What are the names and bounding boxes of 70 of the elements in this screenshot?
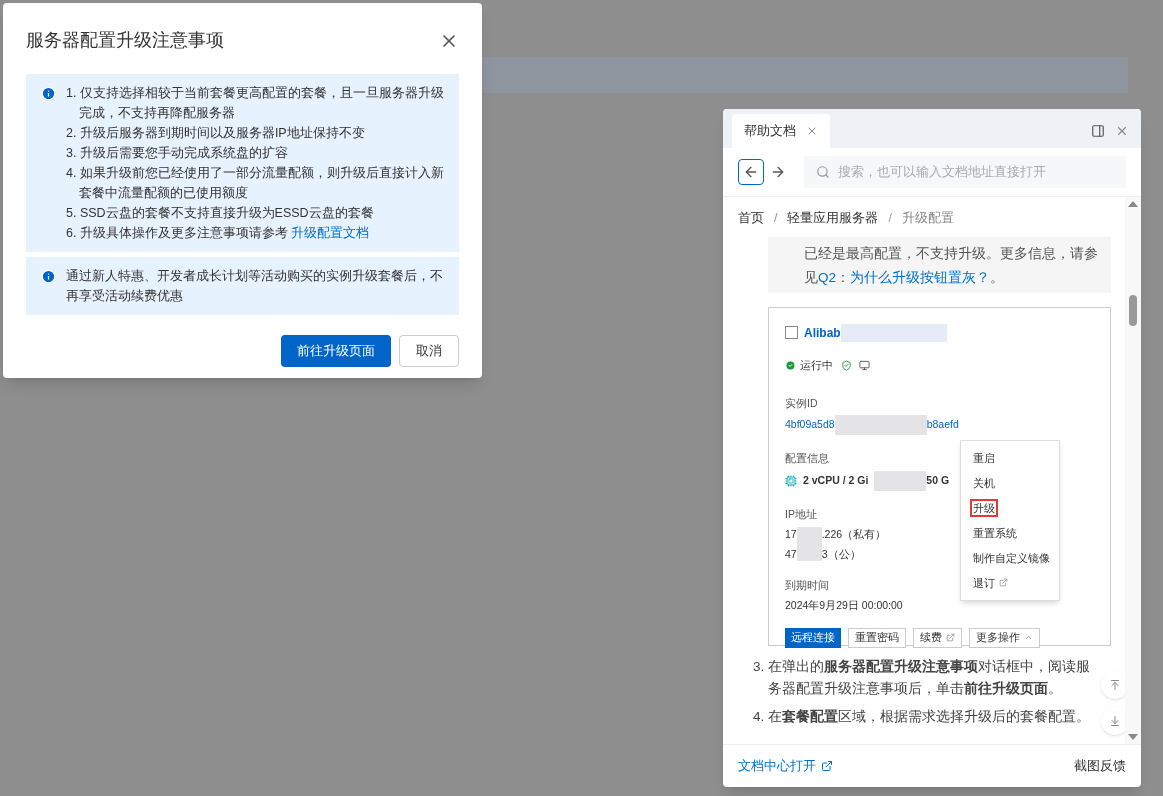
- spec-text: 2 vCPU / 2 Gi: [803, 473, 869, 489]
- monitor-icon: [859, 360, 870, 372]
- scroll-up-icon[interactable]: [1128, 201, 1138, 207]
- console-button[interactable]: 重置密码: [848, 627, 906, 648]
- step-text: 在套餐配置区域，根据需求选择升级后的套餐配置。: [768, 707, 1091, 726]
- notice-text: 2. 升级后服务器到期时间以及服务器IP地址保持不变: [66, 125, 366, 142]
- ip-text: 17: [785, 526, 797, 542]
- field-label: 到期时间: [785, 578, 829, 594]
- status-text: 运行中: [800, 357, 833, 373]
- notice-text: 3. 升级后需要您手动完成系统盘的扩容: [66, 145, 289, 162]
- step-text: 在弹出的服务器配置升级注意事项对话框中，阅读服务器配置升级注意事项后，单击前往升级页面。: [768, 657, 1092, 698]
- search-field[interactable]: 搜索，也可以输入文档地址直接打开: [804, 156, 1126, 188]
- feedback-link[interactable]: 截图反馈: [1074, 756, 1126, 776]
- help-tab[interactable]: 帮助文档: [732, 114, 830, 148]
- cpu-icon: [785, 475, 797, 487]
- blurred-area: [796, 526, 822, 561]
- arrow-up-icon: [1109, 679, 1121, 691]
- info-icon: [41, 86, 56, 101]
- doc-link[interactable]: 升级配置文档: [291, 226, 370, 240]
- instance-id: b8aefd: [926, 417, 959, 433]
- notice-text: 5. SSD云盘的套餐不支持直接升级为ESSD云盘的套餐: [66, 205, 375, 222]
- note-text: 已经是最高配置，不支持升级。更多信息，请参见Q2：为什么升级按钮置灰？。: [804, 245, 1098, 285]
- cancel-button[interactable]: 取消: [399, 335, 459, 367]
- external-link-icon: [821, 760, 833, 772]
- forward-icon[interactable]: [770, 164, 786, 180]
- close-icon[interactable]: [1115, 124, 1129, 138]
- faq-link[interactable]: Q2：为什么升级按钮置灰？: [818, 269, 990, 285]
- breadcrumb-item[interactable]: 轻量应用服务器: [787, 209, 879, 228]
- scroll-bottom-button[interactable]: [1101, 707, 1125, 735]
- external-link-icon: [999, 578, 1008, 588]
- external-link-icon: [946, 633, 955, 643]
- scroll-thumb[interactable]: [1129, 295, 1137, 326]
- expiry-text: 2024年9月29日 00:00:00: [785, 598, 903, 613]
- breadcrumb-item[interactable]: 升级配置: [901, 209, 954, 228]
- back-button[interactable]: [738, 159, 764, 185]
- instance-name: Alibab: [804, 324, 841, 342]
- console-button[interactable]: 更多操作: [969, 627, 1040, 648]
- close-icon[interactable]: [806, 125, 818, 137]
- notice-text: 6. 升级具体操作及更多注意事项请参考 升级配置文档: [66, 225, 371, 242]
- blurred-area: [874, 471, 927, 491]
- scrollbar[interactable]: [1125, 197, 1141, 744]
- step-number: 3.: [753, 657, 765, 676]
- panel-icon[interactable]: [1091, 124, 1105, 138]
- dialog-title: 服务器配置升级注意事项: [26, 29, 224, 52]
- console-button[interactable]: 远程连接: [785, 627, 841, 648]
- instance-id: 4bf09a5d8: [785, 417, 835, 433]
- check-icon: [785, 360, 796, 372]
- field-label: IP地址: [785, 507, 817, 522]
- ip-text: 47: [785, 546, 797, 562]
- breadcrumb-separator: /: [774, 210, 778, 227]
- notice-text: 4. 如果升级前您已经使用了一部分流量配额，则升级后直接计入新套餐中流量配额的已使用额度: [66, 165, 444, 202]
- breadcrumb-item[interactable]: 首页: [738, 209, 764, 228]
- scroll-down-icon[interactable]: [1128, 734, 1138, 740]
- step-number: 4.: [753, 707, 765, 726]
- shield-icon: [841, 360, 852, 372]
- console-button[interactable]: 续费: [913, 627, 962, 648]
- field-label: 实例ID: [785, 395, 818, 411]
- info-icon: [41, 269, 56, 284]
- upgrade-button[interactable]: 前往升级页面: [281, 335, 391, 367]
- arrow-down-icon: [1109, 715, 1121, 727]
- scroll-top-button[interactable]: [1101, 671, 1125, 699]
- open-doc-link[interactable]: 文档中心打开: [738, 756, 833, 776]
- breadcrumb-separator: /: [888, 210, 892, 227]
- ip-text: 3（公）: [821, 546, 862, 562]
- notice-text: 通过新人特惠、开发者成长计划等活动购买的实例升级套餐后，不再享受活动续费优惠: [66, 268, 444, 305]
- notice-text: 1. 仅支持选择相较于当前套餐更高配置的套餐，且一旦服务器升级完成，不支持再降配服务器: [66, 85, 444, 122]
- ip-text: .226（私有）: [821, 526, 887, 542]
- field-label: 配置信息: [785, 451, 829, 467]
- spec-text: 50 G: [926, 473, 950, 489]
- search-icon: [816, 165, 830, 179]
